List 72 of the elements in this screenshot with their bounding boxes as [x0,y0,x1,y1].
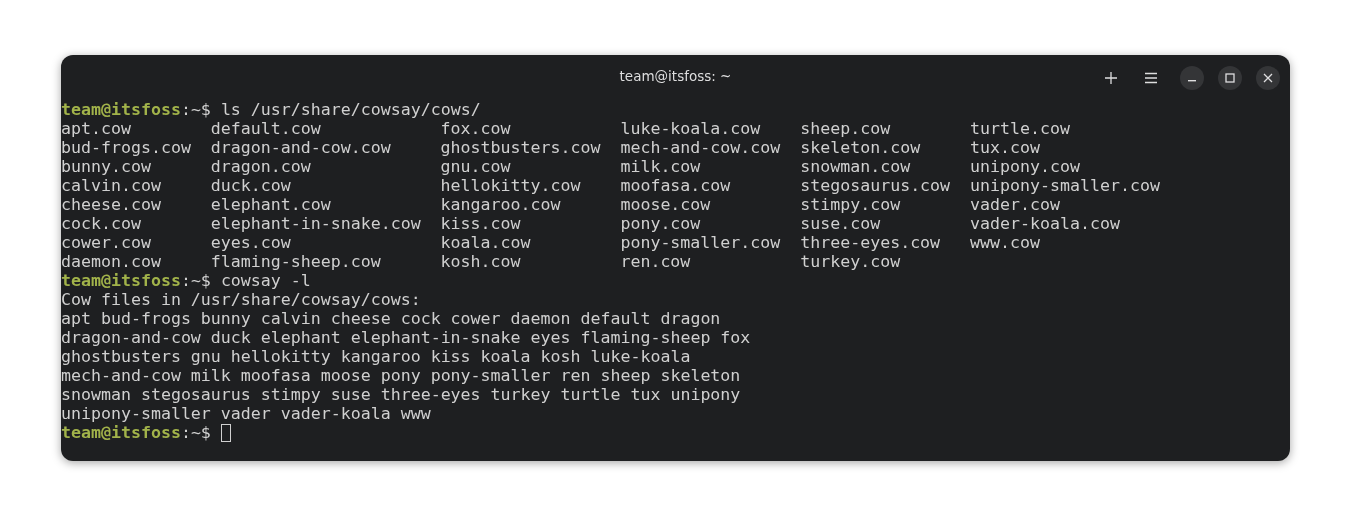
file-name: cower.cow [61,233,151,252]
output-text: Cow files in /usr/share/cowsay/cows: [61,290,421,309]
file-name: unipony-smaller.cow [970,176,1160,195]
file-name: apt.cow [61,119,131,138]
file-name: milk.cow [620,157,701,176]
output-text: mech-and-cow milk moofasa moose pony pony-smaller ren sheep skeleton [61,366,741,385]
file-name: duck.cow [210,176,291,195]
prompt-user: team@itsfoss [61,100,181,119]
file-name: hellokitty.cow [440,176,581,195]
prompt-path: :~$ [180,100,211,119]
prompt-user: team@itsfoss [61,271,181,290]
file-name: stimpy.cow [800,195,901,214]
menu-icon [1144,71,1158,84]
file-name: www.cow [970,233,1040,252]
plus-icon [1104,70,1118,85]
file-name: dragon.cow [210,157,311,176]
output-text: apt bud-frogs bunny calvin cheese cock cower daemon default dragon [61,309,721,328]
file-name: ren.cow [620,252,691,271]
file-name: moose.cow [620,195,711,214]
file-name: sheep.cow [800,119,891,138]
file-name: elephant.cow [210,195,331,214]
maximize-icon [1225,72,1235,83]
file-name: moofasa.cow [620,176,731,195]
file-name: suse.cow [800,214,881,233]
file-name: pony.cow [620,214,701,233]
file-name: mech-and-cow.cow [620,138,781,157]
output-text: ghostbusters gnu hellokitty kangaroo kiss koala kosh luke-koala [61,347,691,366]
file-name: bud-frogs.cow [61,138,191,157]
file-name: flaming-sheep.cow [210,252,381,271]
file-name: elephant-in-snake.cow [210,214,421,233]
file-name: skeleton.cow [800,138,921,157]
window-title: team@itsfoss: ~ [619,68,732,84]
file-name: kosh.cow [440,252,521,271]
file-name: unipony.cow [970,157,1080,176]
prompt-user: team@itsfoss [61,423,181,442]
file-name: luke-koala.cow [620,119,761,138]
file-name: default.cow [210,119,321,138]
prompt-path: :~$ [180,423,211,442]
file-name: vader.cow [970,195,1060,214]
file-name: snowman.cow [800,157,911,176]
output-text: snowman stegosaurus stimpy suse three-eyes turkey turtle tux unipony [61,385,741,404]
file-name: vader-koala.cow [970,214,1120,233]
output-text: unipony-smaller vader vader-koala www [61,404,431,423]
file-name: cheese.cow [61,195,161,214]
file-name: turkey.cow [800,252,901,271]
file-name: gnu.cow [440,157,511,176]
command-text: ls /usr/share/cowsay/cows/ [220,100,481,119]
file-name: kiss.cow [440,214,521,233]
file-name: fox.cow [440,119,511,138]
file-name: cock.cow [61,214,141,233]
file-name: kangaroo.cow [440,195,561,214]
file-name: bunny.cow [61,157,151,176]
file-name: pony-smaller.cow [620,233,781,252]
file-name: koala.cow [440,233,531,252]
close-icon [1263,72,1273,83]
output-text: dragon-and-cow duck elephant elephant-in-snake eyes flaming-sheep fox [61,328,751,347]
prompt-path: :~$ [180,271,211,290]
file-name: stegosaurus.cow [800,176,951,195]
file-name: dragon-and-cow.cow [210,138,391,157]
command-text: cowsay -l [220,271,311,290]
minimize-icon [1188,80,1196,82]
minimize-button[interactable] [1180,65,1204,90]
cursor-icon [220,423,231,442]
file-name: daemon.cow [61,252,161,271]
file-name: eyes.cow [210,233,291,252]
close-button[interactable] [1256,65,1280,90]
file-name: three-eyes.cow [800,233,941,252]
maximize-button[interactable] [1218,65,1242,90]
file-name: turtle.cow [970,119,1070,138]
file-name: ghostbusters.cow [440,138,601,157]
file-name: tux.cow [970,138,1040,157]
file-name: calvin.cow [61,176,161,195]
